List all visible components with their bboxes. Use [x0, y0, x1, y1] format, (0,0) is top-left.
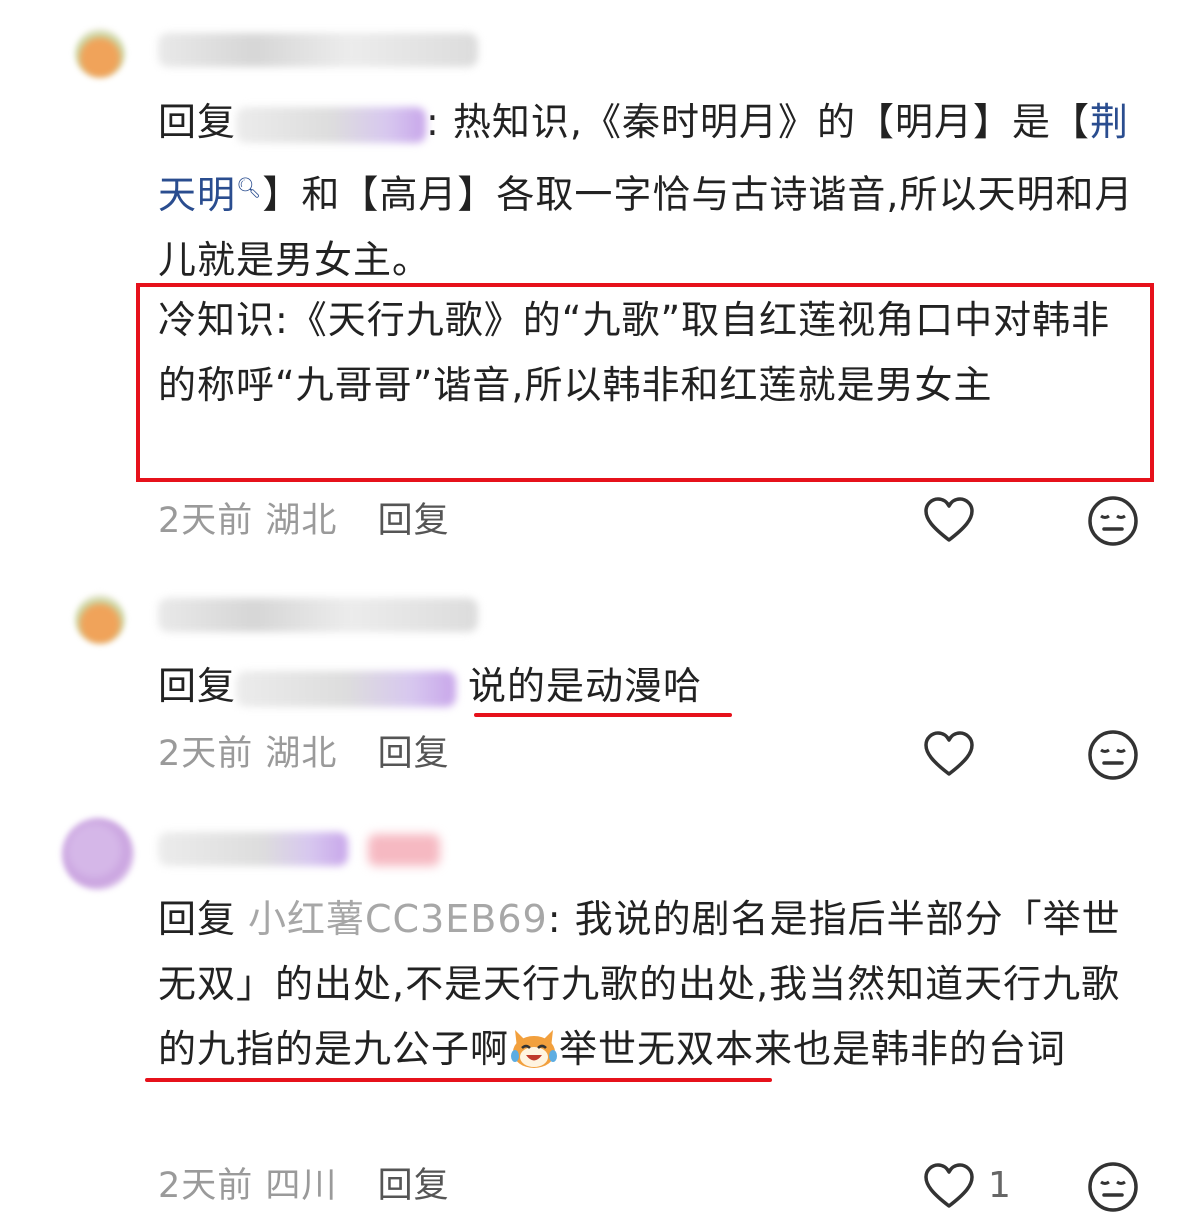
comment-meta: 2天前 湖北 回复	[158, 732, 450, 776]
comment-text: 回复 小红薯CC3EB69: 我说的剧名是指后半部分「举世无双」的出处,不是天行九…	[158, 887, 1148, 1082]
avatar[interactable]	[75, 594, 125, 644]
heart-icon[interactable]	[922, 728, 976, 782]
like-count: 1	[988, 1165, 1011, 1206]
comment-text-body: 说的是动漫哈	[468, 664, 703, 708]
comment-time: 2天前	[158, 734, 254, 774]
heart-icon[interactable]	[922, 1160, 976, 1214]
username-blurred[interactable]	[158, 832, 348, 866]
comment-text-part2: 举世无双本来也是韩非的台词	[559, 1027, 1067, 1071]
mention-blurred[interactable]	[236, 670, 457, 707]
heart-icon[interactable]	[922, 494, 976, 548]
username-blurred[interactable]	[158, 33, 478, 67]
comment-text: 回复: 热知识,《秦时明月》的【明月】是【荆天明🔍︎】和【高月】各取一字恰与古诗…	[158, 90, 1148, 293]
search-icon: 🔍︎	[236, 175, 263, 199]
comment-time: 2天前	[158, 501, 254, 541]
avatar[interactable]	[75, 28, 125, 78]
user-badge-blurred	[368, 834, 440, 866]
comment-text-part1: 热知识,《秦时明月》的【明月】是【	[452, 100, 1090, 144]
reply-colon: :	[426, 100, 453, 144]
username-blurred[interactable]	[158, 598, 478, 632]
laughing-cat-emoji	[511, 1030, 558, 1068]
comment-time: 2天前	[158, 1166, 254, 1206]
red-underline	[145, 1078, 772, 1082]
comment-location: 湖北	[265, 734, 338, 774]
comment-location: 湖北	[265, 501, 338, 541]
sad-face-icon[interactable]	[1086, 494, 1140, 548]
comment-meta: 2天前 四川 回复	[158, 1164, 450, 1208]
reply-button[interactable]: 回复	[378, 501, 450, 541]
reply-prefix: 回复	[158, 664, 237, 708]
red-annotation-box	[136, 283, 1154, 482]
reply-button[interactable]: 回复	[378, 1166, 450, 1206]
avatar[interactable]	[62, 818, 134, 890]
red-underline	[474, 713, 732, 717]
mention-blurred[interactable]	[236, 106, 427, 143]
comment-text-part2: 】和【高月】各取一字恰与古诗谐音,所以天明和月儿就是男女主。	[158, 172, 1134, 282]
reply-prefix: 回复	[158, 100, 237, 144]
reply-prefix: 回复	[158, 897, 237, 941]
sad-face-icon[interactable]	[1086, 1160, 1140, 1214]
comment-meta: 2天前 湖北 回复	[158, 499, 450, 543]
mention-link[interactable]: 小红薯CC3EB69	[248, 897, 548, 941]
comment-location: 四川	[265, 1166, 338, 1206]
comment-text: 回复 说的是动漫哈	[158, 654, 1148, 719]
reply-button[interactable]: 回复	[378, 734, 450, 774]
sad-face-icon[interactable]	[1086, 728, 1140, 782]
